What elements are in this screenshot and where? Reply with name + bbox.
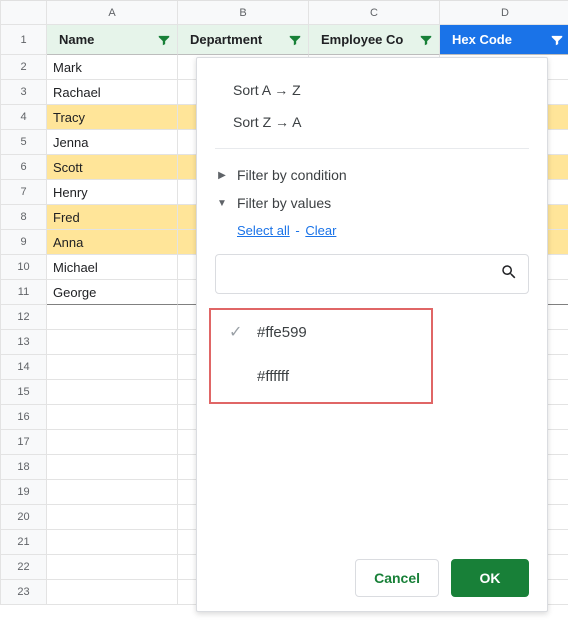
cell[interactable]: Michael	[47, 255, 178, 280]
cell[interactable]	[47, 380, 178, 405]
row-header-4[interactable]: 4	[1, 105, 47, 130]
filter-icon[interactable]	[154, 30, 174, 50]
filter-search-input[interactable]	[226, 265, 500, 283]
header-label: Employee Co	[315, 32, 416, 47]
cell[interactable]: Rachael	[47, 80, 178, 105]
row-header-16[interactable]: 16	[1, 405, 47, 430]
cell[interactable]: George	[47, 280, 178, 305]
row-header-14[interactable]: 14	[1, 355, 47, 380]
filter-by-values-label: Filter by values	[237, 195, 331, 211]
row-header-20[interactable]: 20	[1, 505, 47, 530]
filter-links: Select all - Clear	[215, 217, 529, 240]
search-icon	[500, 263, 518, 286]
row-header-13[interactable]: 13	[1, 330, 47, 355]
select-all-corner[interactable]	[1, 1, 47, 25]
row-header-22[interactable]: 22	[1, 555, 47, 580]
header-label: Department	[184, 32, 285, 47]
divider	[215, 148, 529, 149]
row-header-1[interactable]: 1	[1, 25, 47, 55]
filter-by-values[interactable]: ▼ Filter by values	[215, 189, 529, 217]
cell[interactable]: Mark	[47, 55, 178, 80]
row-header-10[interactable]: 10	[1, 255, 47, 280]
cell[interactable]: Henry	[47, 180, 178, 205]
link-separator: -	[293, 223, 305, 238]
popup-footer: Cancel OK	[215, 547, 529, 597]
row-header-23[interactable]: 23	[1, 580, 47, 605]
column-header-B[interactable]: B	[178, 1, 309, 25]
cell[interactable]	[47, 430, 178, 455]
filter-search-box[interactable]	[215, 254, 529, 294]
row-header-17[interactable]: 17	[1, 430, 47, 455]
cell[interactable]	[47, 580, 178, 605]
header-cell-A[interactable]: Name	[47, 25, 178, 55]
cell[interactable]: Anna	[47, 230, 178, 255]
header-label: Hex Code	[446, 32, 547, 47]
row-header-5[interactable]: 5	[1, 130, 47, 155]
header-cell-C[interactable]: Employee Co	[309, 25, 440, 55]
row-header-3[interactable]: 3	[1, 80, 47, 105]
cell[interactable]	[47, 305, 178, 330]
cell[interactable]	[47, 355, 178, 380]
header-label: Name	[53, 32, 154, 47]
sort-a-z[interactable]: Sort A → Z	[215, 74, 529, 106]
caret-down-icon: ▼	[215, 198, 229, 209]
filter-by-condition-label: Filter by condition	[237, 167, 347, 183]
cell[interactable]	[47, 480, 178, 505]
row-header-18[interactable]: 18	[1, 455, 47, 480]
check-icon: ✓	[229, 322, 251, 342]
filter-value-label: #ffffff	[251, 368, 289, 385]
row-header-6[interactable]: 6	[1, 155, 47, 180]
filter-icon[interactable]	[285, 30, 305, 50]
cell[interactable]: Scott	[47, 155, 178, 180]
filter-by-condition[interactable]: ▶ Filter by condition	[215, 161, 529, 189]
column-header-A[interactable]: A	[47, 1, 178, 25]
caret-right-icon: ▶	[215, 170, 229, 181]
cell[interactable]	[47, 405, 178, 430]
column-header-C[interactable]: C	[309, 1, 440, 25]
row-header-8[interactable]: 8	[1, 205, 47, 230]
filter-value-item[interactable]: #ffffff	[211, 354, 431, 398]
cell[interactable]: Jenna	[47, 130, 178, 155]
row-header-21[interactable]: 21	[1, 530, 47, 555]
row-header-12[interactable]: 12	[1, 305, 47, 330]
row-header-19[interactable]: 19	[1, 480, 47, 505]
filter-icon[interactable]	[547, 30, 567, 50]
row-header-2[interactable]: 2	[1, 55, 47, 80]
row-header-7[interactable]: 7	[1, 180, 47, 205]
clear-link[interactable]: Clear	[305, 223, 336, 238]
filter-popup: Sort A → Z Sort Z → A ▶ Filter by condit…	[196, 57, 548, 612]
row-header-9[interactable]: 9	[1, 230, 47, 255]
select-all-link[interactable]: Select all	[237, 223, 290, 238]
filter-values-list: ✓#ffe599 #ffffff	[209, 308, 433, 404]
cell[interactable]: Fred	[47, 205, 178, 230]
cell[interactable]	[47, 455, 178, 480]
cell[interactable]	[47, 505, 178, 530]
cell[interactable]	[47, 555, 178, 580]
row-header-11[interactable]: 11	[1, 280, 47, 305]
row-header-15[interactable]: 15	[1, 380, 47, 405]
sort-z-a[interactable]: Sort Z → A	[215, 106, 529, 138]
filter-icon[interactable]	[416, 30, 436, 50]
header-cell-B[interactable]: Department	[178, 25, 309, 55]
filter-value-label: #ffe599	[251, 324, 307, 341]
cancel-button[interactable]: Cancel	[355, 559, 439, 597]
filter-value-item[interactable]: ✓#ffe599	[211, 310, 431, 354]
header-cell-D[interactable]: Hex Code	[440, 25, 568, 55]
cell[interactable]	[47, 330, 178, 355]
cell[interactable]: Tracy	[47, 105, 178, 130]
column-header-D[interactable]: D	[440, 1, 568, 25]
cell[interactable]	[47, 530, 178, 555]
ok-button[interactable]: OK	[451, 559, 529, 597]
